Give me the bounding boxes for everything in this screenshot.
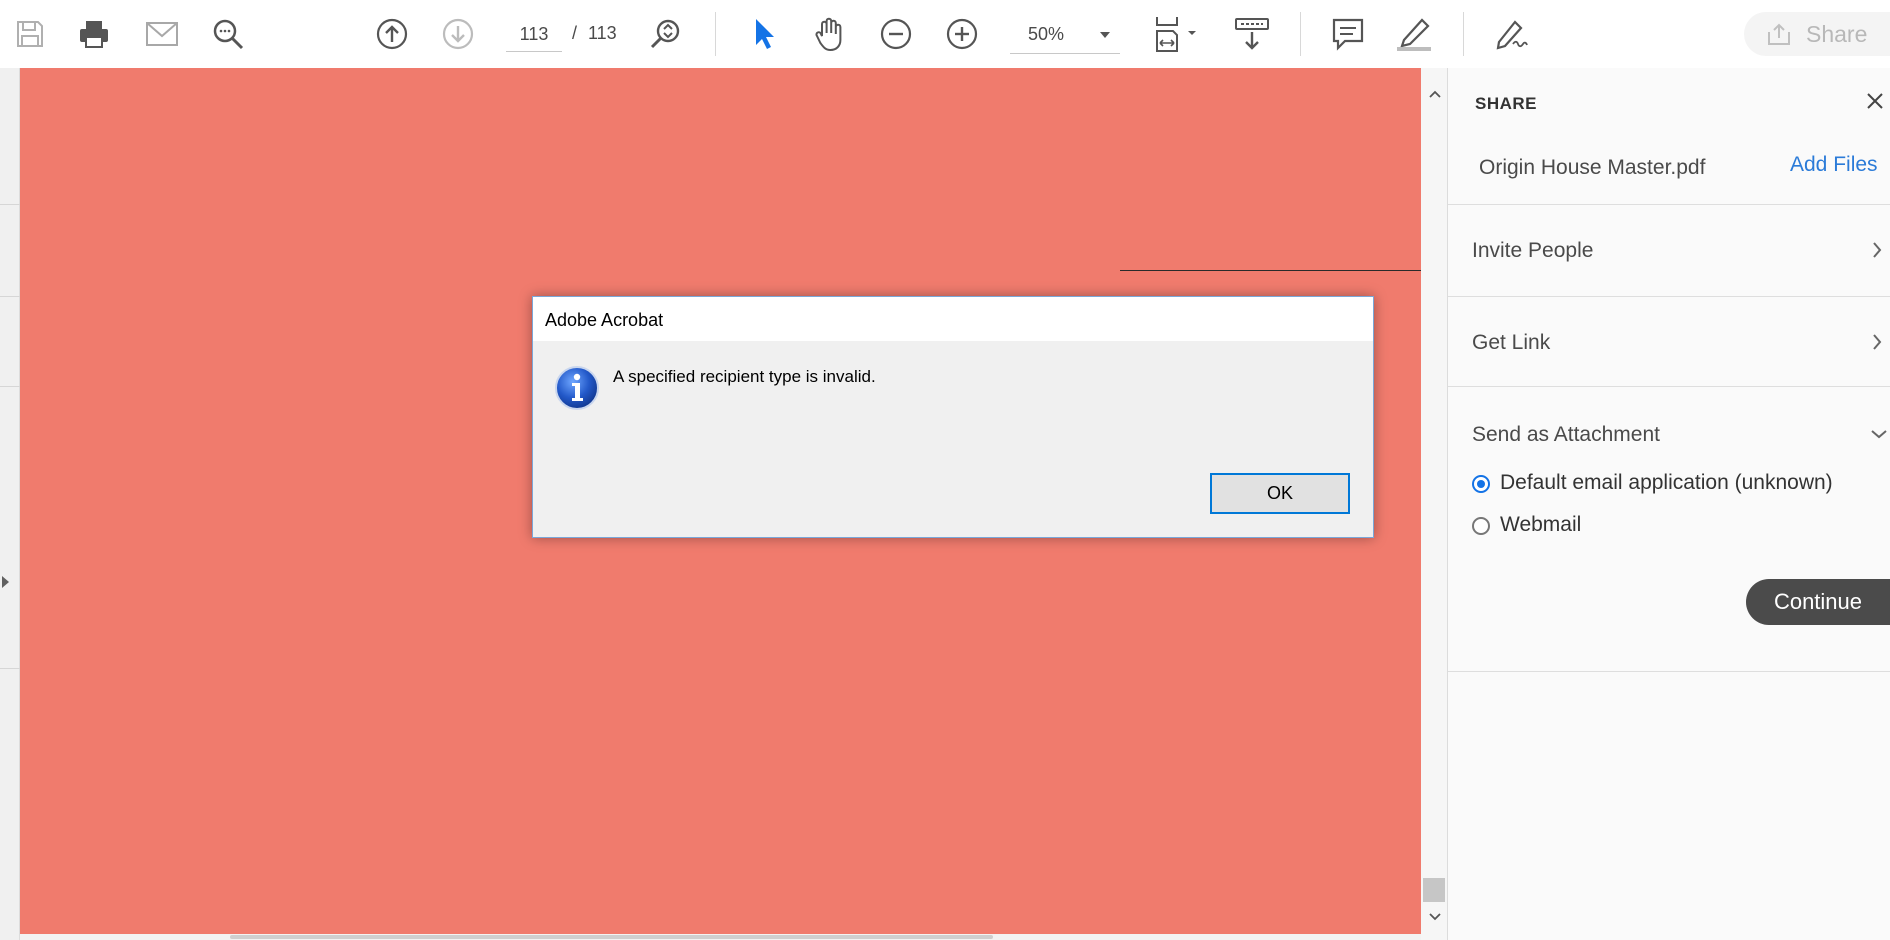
page-separator: / xyxy=(572,23,578,43)
find-button[interactable] xyxy=(208,14,248,54)
hand-tool-button[interactable] xyxy=(810,14,850,54)
share-label: Share xyxy=(1806,20,1868,47)
email-button[interactable] xyxy=(142,14,182,54)
strip-divider xyxy=(0,204,20,205)
strip-divider xyxy=(0,296,20,297)
share-icon xyxy=(1768,23,1790,45)
search-icon xyxy=(213,19,244,50)
add-files-link[interactable]: Add Files xyxy=(1790,153,1878,177)
share-button[interactable]: Share xyxy=(1744,12,1890,56)
ok-button[interactable]: OK xyxy=(1210,473,1350,514)
save-icon xyxy=(17,21,43,47)
dialog-titlebar[interactable]: Adobe Acrobat xyxy=(533,297,1373,341)
chevron-down-icon xyxy=(1100,31,1110,38)
chevron-down-icon[interactable] xyxy=(1870,429,1888,439)
sign-button[interactable] xyxy=(1492,14,1532,54)
highlight-button[interactable] xyxy=(1394,14,1434,54)
alert-dialog: Adobe Acrobat A specified recipient type… xyxy=(532,296,1374,538)
select-cursor-icon xyxy=(756,19,774,49)
zoom-out-button[interactable] xyxy=(876,14,916,54)
scroll-mode-button[interactable] xyxy=(1230,14,1274,54)
close-icon[interactable] xyxy=(1866,92,1884,110)
get-link-label: Get Link xyxy=(1472,331,1551,354)
share-panel: SHARE Origin House Master.pdf Add Files … xyxy=(1448,68,1890,940)
vertical-scrollbar[interactable] xyxy=(1421,68,1447,940)
webmail-radio[interactable] xyxy=(1472,517,1490,535)
save-button[interactable] xyxy=(10,14,50,54)
fit-page-icon xyxy=(1156,17,1196,52)
next-page-button[interactable] xyxy=(438,14,478,54)
find-text-button[interactable] xyxy=(646,14,686,54)
print-icon xyxy=(80,21,108,48)
dialog-message: A specified recipient type is invalid. xyxy=(613,367,876,386)
webmail-label[interactable]: Webmail xyxy=(1500,513,1581,537)
zoom-select[interactable]: 50% xyxy=(1010,16,1120,54)
dialog-title: Adobe Acrobat xyxy=(545,310,664,330)
get-link-row[interactable]: Get Link xyxy=(1448,296,1890,386)
toolbar-separator xyxy=(1300,12,1301,56)
print-button[interactable] xyxy=(74,14,114,54)
send-attachment-section: Send as Attachment Default email applica… xyxy=(1448,386,1890,672)
previous-page-button[interactable] xyxy=(372,14,412,54)
panel-title: SHARE xyxy=(1475,94,1538,113)
page-fit-button[interactable] xyxy=(1150,14,1206,54)
chevron-right-icon xyxy=(1873,242,1882,258)
expand-pane-toggle[interactable] xyxy=(2,576,9,588)
scroll-down-icon[interactable] xyxy=(1429,913,1441,921)
info-icon xyxy=(555,366,599,410)
file-name: Origin House Master.pdf xyxy=(1479,156,1706,179)
navigation-pane-strip xyxy=(0,68,20,940)
zoom-in-icon xyxy=(946,18,978,50)
document-line xyxy=(1120,270,1421,271)
page-down-icon xyxy=(442,18,474,50)
zoom-out-icon xyxy=(880,18,912,50)
page-up-icon xyxy=(376,18,408,50)
zoom-value: 50% xyxy=(1028,24,1065,44)
select-tool-button[interactable] xyxy=(744,14,784,54)
page-total: 113 xyxy=(588,23,617,43)
send-attachment-label[interactable]: Send as Attachment xyxy=(1472,423,1660,447)
strip-divider xyxy=(0,668,20,669)
page-number-input[interactable] xyxy=(506,18,562,52)
find-zoom-icon xyxy=(650,19,680,49)
default-email-radio[interactable] xyxy=(1472,475,1490,493)
highlight-icon xyxy=(1397,18,1431,51)
comment-button[interactable] xyxy=(1328,14,1368,54)
chevron-right-icon xyxy=(1873,334,1882,350)
zoom-in-button[interactable] xyxy=(942,14,982,54)
scroll-mode-icon xyxy=(1235,18,1269,50)
horizontal-scroll-thumb[interactable] xyxy=(230,935,993,939)
strip-divider xyxy=(0,386,20,387)
continue-button[interactable]: Continue xyxy=(1746,579,1890,625)
hand-tool-icon xyxy=(815,17,842,52)
toolbar-separator xyxy=(715,12,716,56)
invite-people-label: Invite People xyxy=(1472,239,1594,262)
scroll-up-icon[interactable] xyxy=(1429,90,1441,98)
horizontal-scrollbar[interactable] xyxy=(20,934,1421,940)
invite-people-row[interactable]: Invite People xyxy=(1448,204,1890,294)
email-icon xyxy=(146,22,178,46)
default-email-label[interactable]: Default email application (unknown) xyxy=(1500,471,1833,495)
toolbar-separator xyxy=(1463,12,1464,56)
vertical-scroll-thumb[interactable] xyxy=(1423,878,1445,902)
sign-icon xyxy=(1496,20,1528,50)
comment-icon xyxy=(1332,18,1364,51)
toolbar: / 113 50% xyxy=(0,0,1890,68)
